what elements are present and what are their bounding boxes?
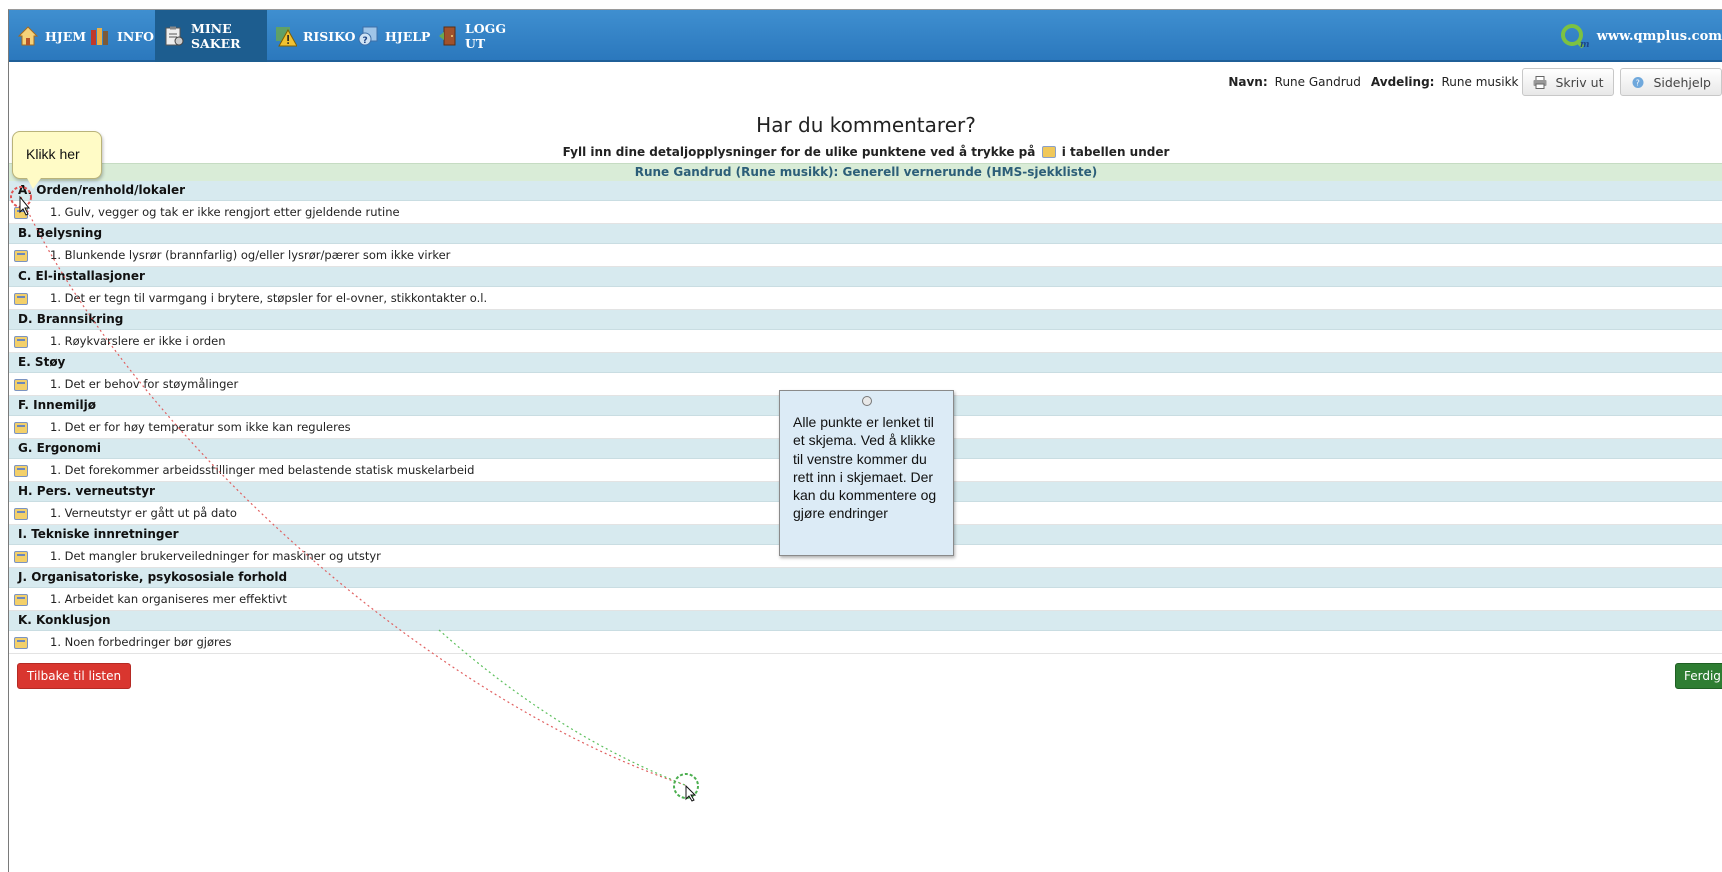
info-note: Alle punkte er lenket til et skjema. Ved…: [779, 390, 954, 556]
pin-icon: [862, 396, 872, 406]
callout-text: Klikk her: [26, 146, 80, 162]
note-text: Alle punkte er lenket til et skjema. Ved…: [793, 414, 937, 522]
cursor-path-red: [20, 196, 686, 786]
click-here-callout: Klikk her: [12, 131, 102, 189]
mouse-pointer-icon: [19, 195, 31, 216]
app-frame: HJEM INFO MINE SAKER RISIKO ? HJELP LOGG…: [8, 9, 1722, 872]
cursor-path-green: [438, 629, 686, 786]
